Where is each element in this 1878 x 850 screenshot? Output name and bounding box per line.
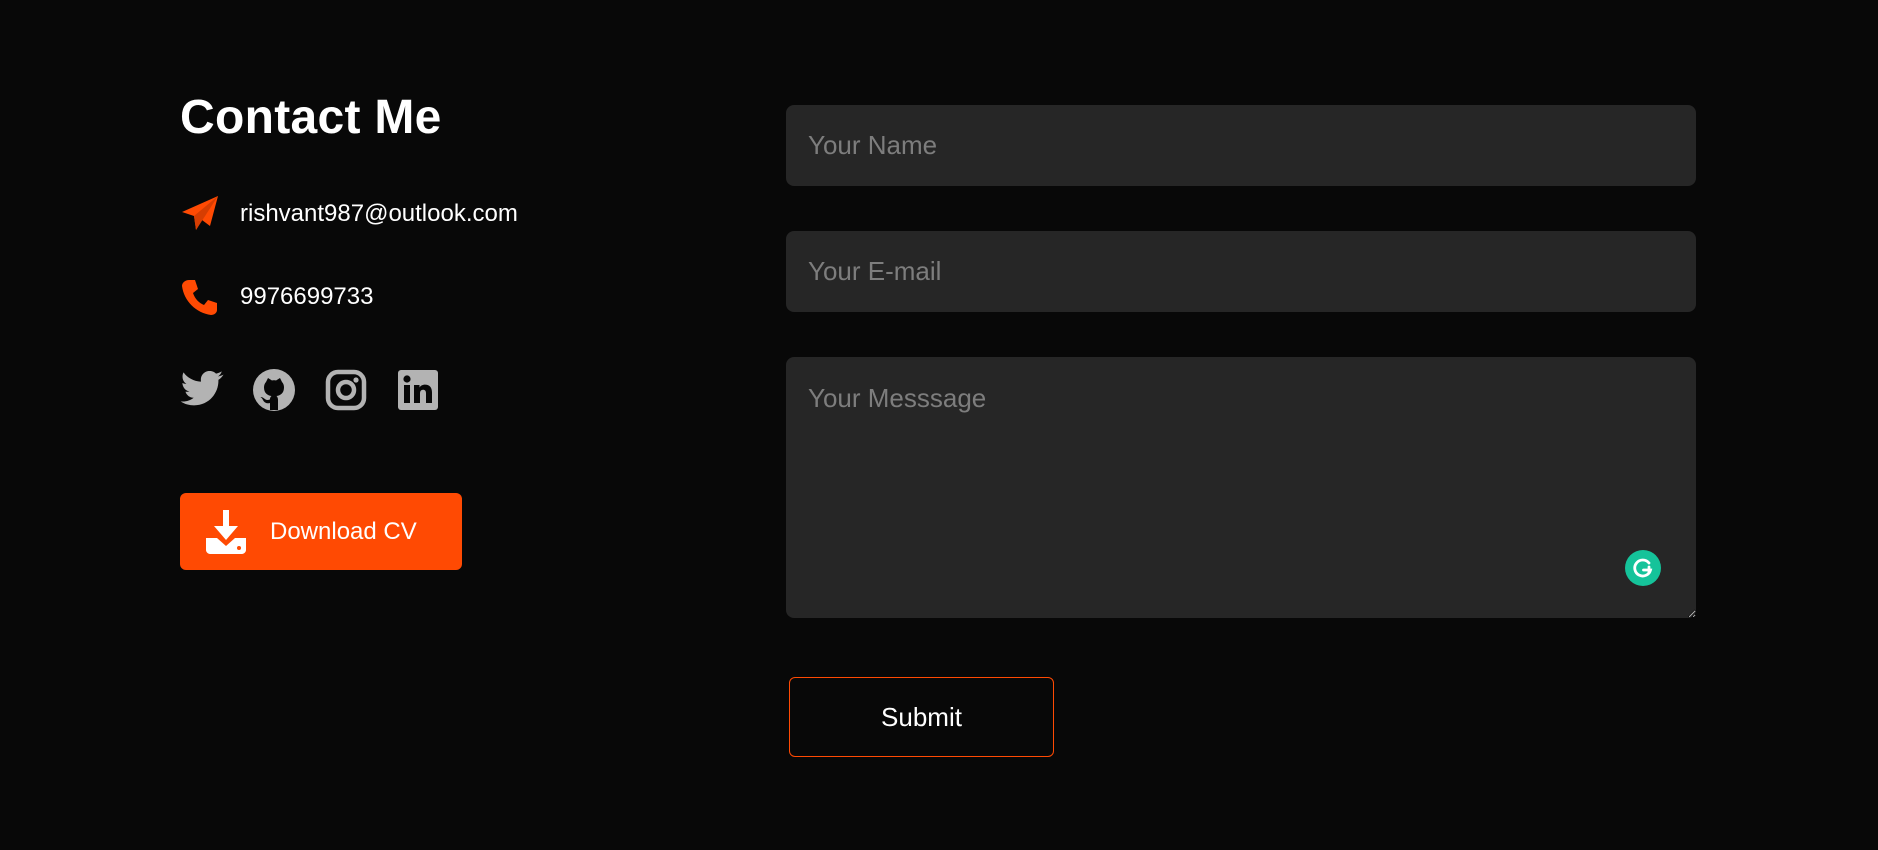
contact-section: Contact Me rishvant987@outlook.com 99766… xyxy=(0,0,1878,850)
email-text: rishvant987@outlook.com xyxy=(240,200,518,227)
download-icon xyxy=(202,508,250,556)
email-row: rishvant987@outlook.com xyxy=(180,192,518,236)
phone-text: 9976699733 xyxy=(240,283,374,310)
linkedin-icon[interactable] xyxy=(396,368,440,412)
download-cv-button[interactable]: Download CV xyxy=(180,493,462,570)
contact-info: Contact Me rishvant987@outlook.com 99766… xyxy=(180,0,740,850)
message-textarea[interactable] xyxy=(786,357,1696,618)
social-links xyxy=(180,368,440,412)
github-icon[interactable] xyxy=(252,368,296,412)
instagram-icon[interactable] xyxy=(324,368,368,412)
submit-button[interactable]: Submit xyxy=(789,677,1054,757)
phone-icon xyxy=(180,277,220,317)
phone-row: 9976699733 xyxy=(180,275,373,319)
email-input[interactable] xyxy=(786,231,1696,312)
download-cv-label: Download CV xyxy=(270,517,417,545)
paper-plane-icon xyxy=(180,194,220,234)
page-title: Contact Me xyxy=(180,91,442,144)
grammarly-icon[interactable] xyxy=(1625,550,1661,586)
twitter-icon[interactable] xyxy=(180,368,224,412)
name-input[interactable] xyxy=(786,105,1696,186)
